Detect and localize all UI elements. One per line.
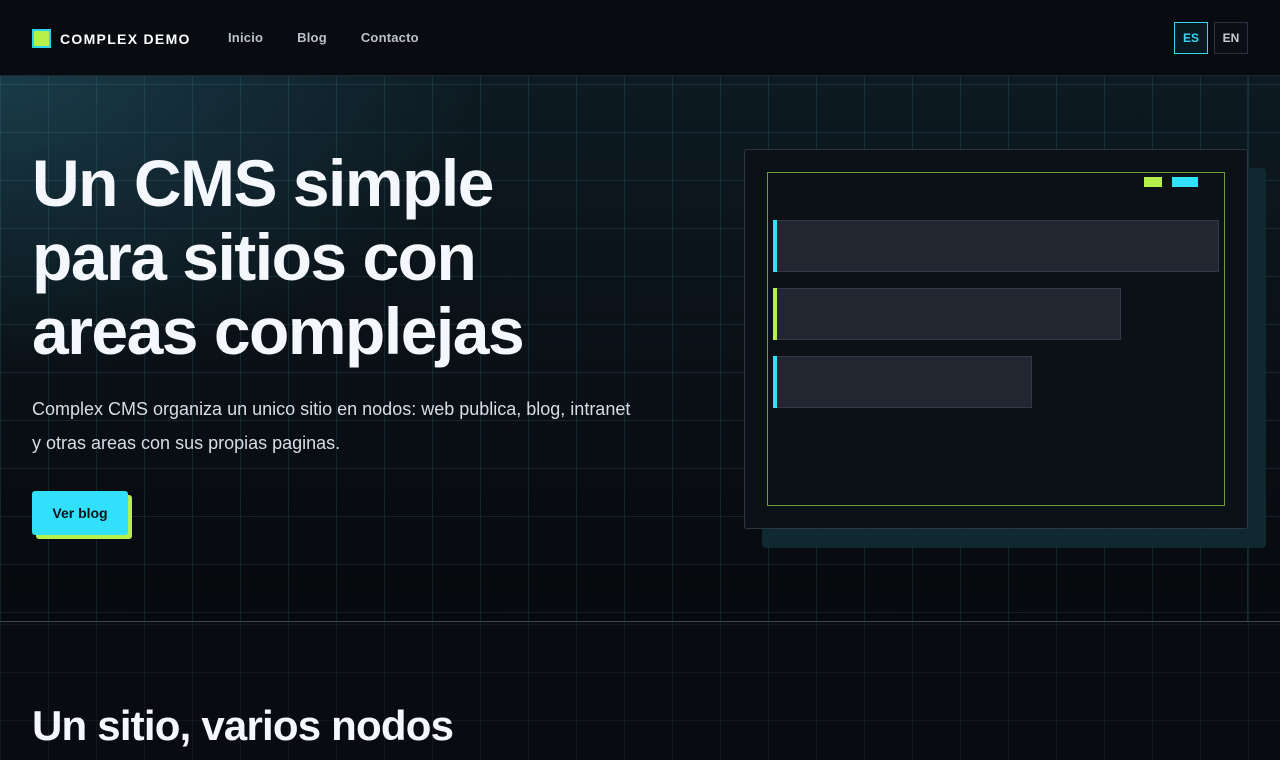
site-header: COMPLEX DEMO Inicio Blog Contacto ES EN [0,0,1280,76]
bar-accent [773,220,777,272]
hero-headline: Un CMS simple para sitios con areas comp… [32,146,672,368]
cms-mockup-illustration [744,149,1248,529]
mockup-node-bar [773,288,1121,340]
logo-icon [32,29,51,48]
section-title: Un sitio, varios nodos [32,702,454,749]
brand-name: COMPLEX DEMO [60,30,191,47]
bar-accent [773,288,777,340]
main-nav: Inicio Blog Contacto [228,30,453,45]
nodes-section: Un sitio, varios nodos [0,621,1280,760]
hero-section: Un CMS simple para sitios con areas comp… [0,76,1280,622]
headline-line: areas complejas [32,294,525,368]
headline-line: para sitios con [32,220,477,294]
brand-logo[interactable]: COMPLEX DEMO [32,29,191,48]
nav-link-inicio[interactable]: Inicio [228,30,263,45]
bar-accent [773,356,777,408]
ver-blog-button[interactable]: Ver blog [32,491,128,535]
hero-subtitle: Complex CMS organiza un unico sitio en n… [32,392,702,460]
nav-link-contacto[interactable]: Contacto [361,30,419,45]
headline-line: Un CMS simple [32,146,494,220]
nav-link-blog[interactable]: Blog [297,30,327,45]
mockup-cyan-indicator [1172,177,1198,187]
mockup-frame [767,172,1225,506]
subtitle-line: Complex CMS organiza un unico sitio en n… [32,399,631,419]
language-es-button[interactable]: ES [1174,22,1208,54]
subtitle-line: y otras areas con sus propias paginas. [32,433,341,453]
language-en-button[interactable]: EN [1214,22,1248,54]
mockup-lime-indicator [1144,177,1162,187]
mockup-node-bar [773,220,1219,272]
mockup-node-bar [773,356,1032,408]
